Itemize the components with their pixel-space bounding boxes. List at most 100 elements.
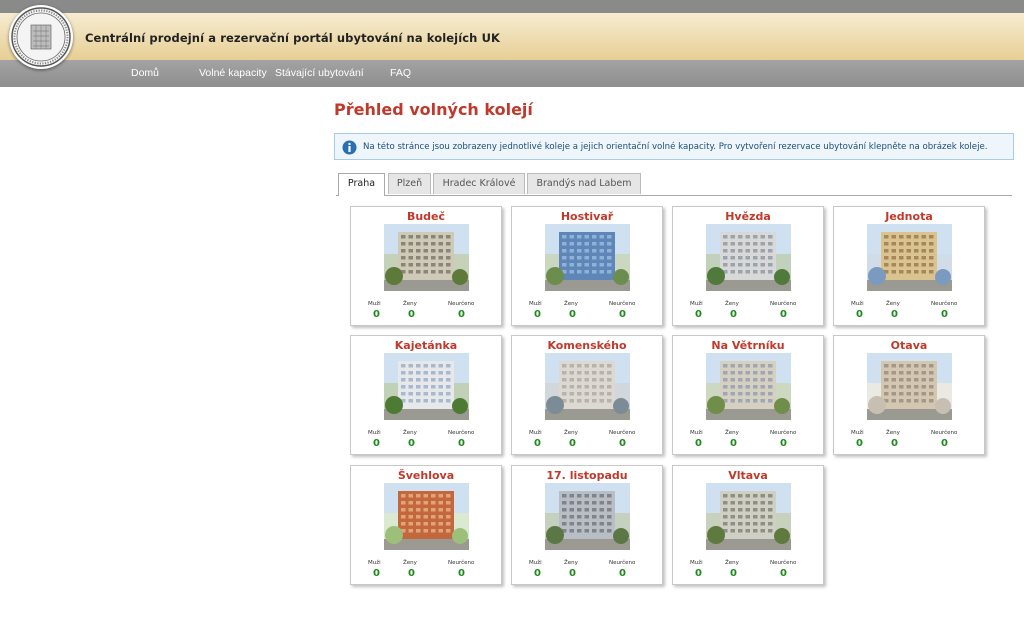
dorm-photo[interactable] — [706, 483, 791, 550]
site-title: Centrální prodejní a rezervační portál u… — [85, 31, 501, 45]
dorm-photo[interactable] — [545, 224, 630, 291]
capacity-label-men: Muži — [690, 430, 703, 436]
dorm-name[interactable]: Švehlova — [351, 469, 501, 482]
dorm-card[interactable]: Otava Muži 0 Ženy 0 Neurčeno 0 — [833, 335, 985, 455]
capacity-value-unspecified: 0 — [780, 438, 787, 449]
capacity-value-men: 0 — [695, 309, 702, 320]
nav-current-accommodation[interactable]: Stávající ubytování — [275, 67, 364, 79]
info-text: Na této stránce jsou zobrazeny jednotliv… — [363, 142, 988, 152]
capacity-label-unspecified: Neurčeno — [609, 301, 636, 307]
capacity-value-unspecified: 0 — [619, 438, 626, 449]
dorm-photo[interactable] — [384, 224, 469, 291]
capacity-value-unspecified: 0 — [941, 309, 948, 320]
capacity-value-unspecified: 0 — [780, 568, 787, 579]
capacity-value-men: 0 — [695, 568, 702, 579]
dorm-card[interactable]: Kajetánka Muži 0 Ženy 0 Neurčeno 0 — [350, 335, 502, 455]
tab-divider — [336, 195, 1012, 196]
dorm-photo[interactable] — [706, 353, 791, 420]
university-seal-icon[interactable] — [9, 5, 73, 69]
dorm-card[interactable]: 17. listopadu Muži 0 Ženy 0 Neurčeno 0 — [511, 465, 663, 585]
dorm-name[interactable]: Hostivař — [512, 210, 662, 223]
capacity-label-unspecified: Neurčeno — [448, 560, 475, 566]
nav-faq[interactable]: FAQ — [390, 67, 411, 79]
nav-free-capacity[interactable]: Volné kapacity — [199, 67, 267, 79]
capacity-label-men: Muži — [368, 301, 381, 307]
capacity-label-unspecified: Neurčeno — [770, 560, 797, 566]
dorm-card[interactable]: Hvězda Muži 0 Ženy 0 Neurčeno 0 — [672, 206, 824, 326]
dorm-photo[interactable] — [545, 353, 630, 420]
dorm-photo[interactable] — [545, 483, 630, 550]
capacity-label-men: Muži — [368, 560, 381, 566]
capacity-value-men: 0 — [373, 568, 380, 579]
capacity-label-women: Ženy — [564, 430, 578, 436]
capacity-value-women: 0 — [891, 438, 898, 449]
capacity-value-women: 0 — [730, 568, 737, 579]
dorm-photo[interactable] — [706, 224, 791, 291]
dorm-name[interactable]: Komenského — [512, 339, 662, 352]
capacity-label-unspecified: Neurčeno — [770, 430, 797, 436]
capacity-value-women: 0 — [569, 568, 576, 579]
dorm-photo[interactable] — [867, 224, 952, 291]
dorm-card[interactable]: Jednota Muži 0 Ženy 0 Neurčeno 0 — [833, 206, 985, 326]
capacity-value-women: 0 — [408, 438, 415, 449]
dorm-photo[interactable] — [867, 353, 952, 420]
capacity-value-women: 0 — [569, 438, 576, 449]
capacity-label-men: Muži — [690, 301, 703, 307]
tab-brandys-nad-labem[interactable]: Brandýs nad Labem — [527, 173, 641, 194]
capacity-label-men: Muži — [529, 560, 542, 566]
dorm-card[interactable]: Švehlova Muži 0 Ženy 0 Neurčeno 0 — [350, 465, 502, 585]
nav-home[interactable]: Domů — [131, 67, 159, 79]
capacity-value-women: 0 — [730, 309, 737, 320]
capacity-label-unspecified: Neurčeno — [609, 560, 636, 566]
capacity-value-men: 0 — [534, 309, 541, 320]
capacity-value-women: 0 — [408, 568, 415, 579]
capacity-value-women: 0 — [730, 438, 737, 449]
capacity-label-unspecified: Neurčeno — [609, 430, 636, 436]
capacity-value-men: 0 — [856, 438, 863, 449]
capacity-label-women: Ženy — [725, 560, 739, 566]
dorm-name[interactable]: Vltava — [673, 469, 823, 482]
capacity-value-men: 0 — [534, 568, 541, 579]
dorm-name[interactable]: Jednota — [834, 210, 984, 223]
site-header: Centrální prodejní a rezervační portál u… — [0, 13, 1024, 60]
capacity-label-unspecified: Neurčeno — [448, 430, 475, 436]
capacity-value-unspecified: 0 — [458, 309, 465, 320]
capacity-value-unspecified: 0 — [458, 438, 465, 449]
dorm-name[interactable]: 17. listopadu — [512, 469, 662, 482]
info-icon — [342, 140, 357, 155]
capacity-value-women: 0 — [891, 309, 898, 320]
capacity-label-men: Muži — [529, 301, 542, 307]
capacity-value-women: 0 — [408, 309, 415, 320]
capacity-value-men: 0 — [373, 309, 380, 320]
dorm-card[interactable]: Vltava Muži 0 Ženy 0 Neurčeno 0 — [672, 465, 824, 585]
capacity-label-men: Muži — [529, 430, 542, 436]
capacity-label-men: Muži — [851, 430, 864, 436]
dorm-name[interactable]: Hvězda — [673, 210, 823, 223]
tab-hradec-kralove[interactable]: Hradec Králové — [433, 173, 525, 194]
info-box: Na této stránce jsou zobrazeny jednotliv… — [334, 133, 1014, 160]
capacity-label-men: Muži — [690, 560, 703, 566]
capacity-label-unspecified: Neurčeno — [931, 301, 958, 307]
capacity-label-women: Ženy — [403, 560, 417, 566]
top-strip — [0, 0, 1024, 13]
capacity-value-unspecified: 0 — [619, 309, 626, 320]
dorm-photo[interactable] — [384, 353, 469, 420]
capacity-value-men: 0 — [373, 438, 380, 449]
tab-plzen[interactable]: Plzeň — [388, 173, 431, 194]
capacity-label-unspecified: Neurčeno — [931, 430, 958, 436]
capacity-value-unspecified: 0 — [780, 309, 787, 320]
main-nav: Domů Volné kapacity Stávající ubytování … — [0, 60, 1024, 87]
dorm-card[interactable]: Komenského Muži 0 Ženy 0 Neurčeno 0 — [511, 335, 663, 455]
tab-praha[interactable]: Praha — [338, 173, 385, 196]
dorm-card[interactable]: Budeč Muži 0 Ženy 0 Neurčeno 0 — [350, 206, 502, 326]
capacity-label-women: Ženy — [725, 430, 739, 436]
dorm-name[interactable]: Otava — [834, 339, 984, 352]
dorm-card[interactable]: Na Větrníku Muži 0 Ženy 0 Neurčeno 0 — [672, 335, 824, 455]
dorm-photo[interactable] — [384, 483, 469, 550]
dorm-card[interactable]: Hostivař Muži 0 Ženy 0 Neurčeno 0 — [511, 206, 663, 326]
dorm-name[interactable]: Budeč — [351, 210, 501, 223]
capacity-label-unspecified: Neurčeno — [770, 301, 797, 307]
dorm-name[interactable]: Na Větrníku — [673, 339, 823, 352]
capacity-label-women: Ženy — [564, 301, 578, 307]
dorm-name[interactable]: Kajetánka — [351, 339, 501, 352]
